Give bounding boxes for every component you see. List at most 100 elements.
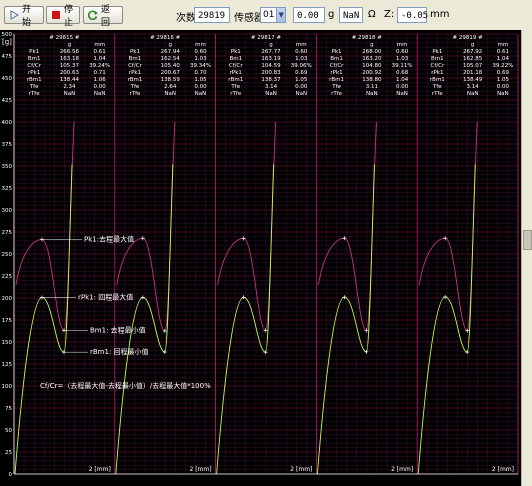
z-readout: -0.05 <box>397 7 428 23</box>
stats-value-mm: 0.71 <box>94 70 106 76</box>
x-axis-label: 2 [mm] <box>189 466 211 473</box>
stats-key: Pk1 <box>231 49 241 55</box>
stats-value-g: NaN <box>366 91 378 97</box>
y-tick-label: 75 <box>5 406 12 412</box>
stats-value-g: 104.59 <box>261 63 281 69</box>
stats-value-g: NaN <box>164 91 176 97</box>
stats-value-g: 266.56 <box>60 49 80 55</box>
stats-header-mm: mm <box>498 42 509 48</box>
rpk-marker <box>443 294 448 299</box>
y-axis-label: [g] <box>2 38 12 46</box>
force-unit: g <box>328 9 335 20</box>
y-tick-label: 300 <box>2 208 13 214</box>
vertical-scrollbar[interactable] <box>521 30 532 486</box>
stats-key: Cf/Cr <box>330 63 344 69</box>
stats-value-mm: 0.69 <box>497 70 510 76</box>
annotation-rbm: rBm1: 回程最小值 <box>90 347 149 356</box>
sensor-select[interactable]: 01 ▼ <box>260 7 286 23</box>
pk-marker <box>241 236 246 241</box>
stats-value-g: 138.37 <box>261 77 281 83</box>
stats-key: rBm1 <box>128 77 143 83</box>
start-button[interactable]: 开始 <box>4 5 44 28</box>
stats-value-mm: 0.00 <box>94 84 107 90</box>
rpk-marker <box>140 295 145 300</box>
stats-value-g: 3.14 <box>265 84 278 90</box>
return-curve <box>316 164 375 475</box>
stats-value-g: 138.49 <box>463 77 483 83</box>
stats-value-mm: 39.11% <box>392 63 413 69</box>
stats-value-mm: NaN <box>396 91 408 97</box>
stats-value-g: 267.77 <box>261 49 281 55</box>
x-axis-label: 2 [mm] <box>89 466 111 473</box>
back-button[interactable]: 返回 <box>83 5 123 28</box>
force-readout: 0.00 <box>293 7 325 23</box>
y-tick-label: 400 <box>2 120 13 126</box>
stats-value-mm: NaN <box>497 91 509 97</box>
stats-key: Pk1 <box>432 49 442 55</box>
stats-value-g: 163.20 <box>362 56 382 62</box>
stats-key: Tfe <box>230 84 240 90</box>
return-curve <box>14 164 73 475</box>
play-icon <box>9 10 20 20</box>
resistance-unit: Ω <box>368 9 376 20</box>
stats-value-g: 138.80 <box>362 77 382 83</box>
rpk-marker <box>241 295 246 300</box>
back-label: 返回 <box>101 5 111 28</box>
stop-label: 停止 <box>64 5 74 28</box>
stats-value-mm: 0.69 <box>295 70 308 76</box>
panel-id: # 29819 # <box>452 35 483 41</box>
rpk-marker <box>40 295 44 300</box>
y-tick-label: 125 <box>2 362 13 368</box>
stats-value-g: 105.07 <box>463 63 483 69</box>
stats-value-g: 162.54 <box>161 56 181 62</box>
stats-value-g: 267.94 <box>161 49 181 55</box>
force-chart: 500 475 450 425 400 375 350 325 300 275 250 225 200 1… <box>0 30 522 486</box>
stats-value-g: 138.44 <box>60 77 80 83</box>
panel-id: # 29817 # <box>251 35 282 41</box>
y-tick-label: 450 <box>2 76 13 82</box>
stats-value-mm: 39.24% <box>89 63 110 69</box>
stats-value-mm: NaN <box>295 91 307 97</box>
y-tick-label: 250 <box>2 252 13 258</box>
y-tick-label: 50 <box>5 428 12 434</box>
stats-key: Bm1 <box>229 56 242 62</box>
stats-key: Tfe <box>29 84 39 90</box>
stats-key: rTfe <box>29 91 41 97</box>
stats-header-mm: mm <box>296 42 307 48</box>
scrollbar-thumb[interactable] <box>523 230 532 250</box>
rpk-marker <box>342 295 347 300</box>
stats-value-mm: NaN <box>94 91 106 97</box>
annotation-formula: Cf/Cr=（去程最大值-去程最小值）/去程最大值*100% <box>40 381 211 390</box>
stats-key: rBm1 <box>430 77 445 83</box>
stats-key: Tfe <box>331 84 341 90</box>
stats-value-g: 163.18 <box>60 56 80 62</box>
stats-value-mm: 0.61 <box>497 49 509 55</box>
y-tick-label: 475 <box>2 54 13 60</box>
x-axis-label: 2 [mm] <box>492 466 514 473</box>
stats-key: rTfe <box>432 91 444 97</box>
stats-key: Pk1 <box>332 49 342 55</box>
stats-key: Pk1 <box>130 49 140 55</box>
stop-button[interactable]: 停止 <box>46 5 80 28</box>
pk-marker <box>342 236 347 241</box>
stats-key: Cf/Cr <box>229 63 243 69</box>
stats-value-g: 200.83 <box>261 70 281 76</box>
x-axis-label: 2 [mm] <box>290 466 312 473</box>
stop-icon <box>51 10 61 20</box>
stats-header-g: g <box>168 42 172 48</box>
sensor-value: 01 <box>263 10 275 20</box>
stats-value-g: 201.18 <box>463 70 483 76</box>
stats-key: rTfe <box>129 91 141 97</box>
stats-value-mm: 1.03 <box>396 56 409 62</box>
stats-value-mm: 0.60 <box>194 49 207 55</box>
pk-marker <box>443 236 448 241</box>
stats-value-g: NaN <box>64 91 76 97</box>
z-unit: mm <box>430 9 450 20</box>
stats-key: Cf/Cr <box>430 63 444 69</box>
y-tick-label: 0 <box>9 472 13 478</box>
stats-value-g: 3.11 <box>366 84 378 90</box>
count-field[interactable]: 29819 <box>194 7 230 23</box>
refresh-icon <box>87 10 98 21</box>
y-tick-label: 275 <box>2 230 13 236</box>
stats-key: Pk1 <box>29 49 39 55</box>
